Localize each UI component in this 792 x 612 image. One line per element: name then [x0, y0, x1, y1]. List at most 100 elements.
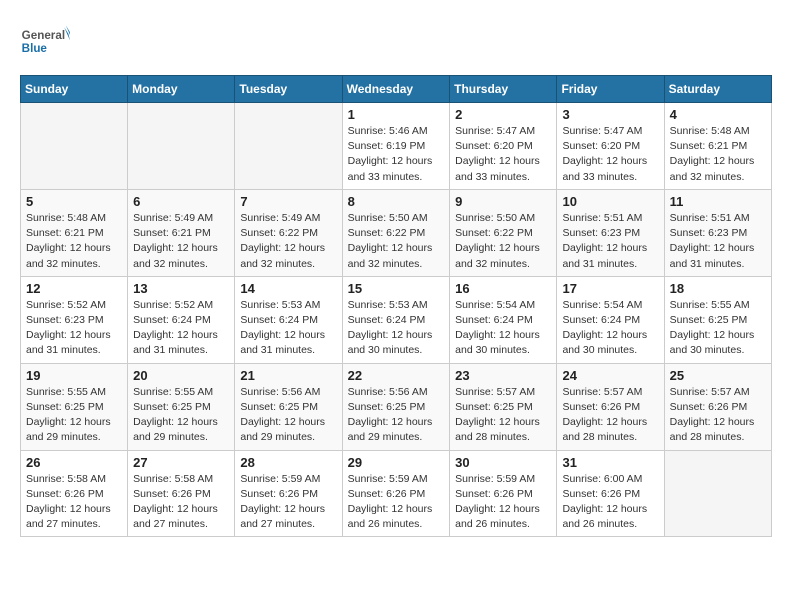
calendar-week-row: 1 Sunrise: 5:46 AM Sunset: 6:19 PM Daylig…: [21, 103, 772, 190]
day-header-sunday: Sunday: [21, 76, 128, 103]
day-number: 2: [455, 107, 551, 122]
day-info: Sunrise: 5:48 AM Sunset: 6:21 PM Dayligh…: [670, 124, 766, 185]
day-info: Sunrise: 5:55 AM Sunset: 6:25 PM Dayligh…: [133, 385, 229, 446]
day-info: Sunrise: 5:51 AM Sunset: 6:23 PM Dayligh…: [670, 211, 766, 272]
day-info: Sunrise: 5:48 AM Sunset: 6:21 PM Dayligh…: [26, 211, 122, 272]
calendar-cell: 15 Sunrise: 5:53 AM Sunset: 6:24 PM Dayli…: [342, 276, 450, 363]
day-number: 8: [348, 194, 445, 209]
calendar-cell: 20 Sunrise: 5:55 AM Sunset: 6:25 PM Dayli…: [128, 363, 235, 450]
day-info: Sunrise: 5:52 AM Sunset: 6:23 PM Dayligh…: [26, 298, 122, 359]
calendar-header-row: SundayMondayTuesdayWednesdayThursdayFrid…: [21, 76, 772, 103]
day-info: Sunrise: 5:50 AM Sunset: 6:22 PM Dayligh…: [455, 211, 551, 272]
calendar-cell: 4 Sunrise: 5:48 AM Sunset: 6:21 PM Daylig…: [664, 103, 771, 190]
day-number: 17: [562, 281, 658, 296]
calendar-cell: 26 Sunrise: 5:58 AM Sunset: 6:26 PM Dayli…: [21, 450, 128, 537]
day-number: 4: [670, 107, 766, 122]
day-number: 29: [348, 455, 445, 470]
day-info: Sunrise: 5:53 AM Sunset: 6:24 PM Dayligh…: [348, 298, 445, 359]
calendar-cell: 17 Sunrise: 5:54 AM Sunset: 6:24 PM Dayli…: [557, 276, 664, 363]
day-number: 11: [670, 194, 766, 209]
day-info: Sunrise: 5:57 AM Sunset: 6:26 PM Dayligh…: [562, 385, 658, 446]
calendar-week-row: 19 Sunrise: 5:55 AM Sunset: 6:25 PM Dayli…: [21, 363, 772, 450]
day-number: 19: [26, 368, 122, 383]
svg-text:General: General: [22, 29, 65, 42]
day-info: Sunrise: 5:46 AM Sunset: 6:19 PM Dayligh…: [348, 124, 445, 185]
calendar-cell: [21, 103, 128, 190]
day-info: Sunrise: 5:59 AM Sunset: 6:26 PM Dayligh…: [348, 472, 445, 533]
day-number: 27: [133, 455, 229, 470]
day-number: 7: [240, 194, 336, 209]
calendar-cell: 28 Sunrise: 5:59 AM Sunset: 6:26 PM Dayli…: [235, 450, 342, 537]
calendar-cell: 8 Sunrise: 5:50 AM Sunset: 6:22 PM Daylig…: [342, 189, 450, 276]
day-number: 28: [240, 455, 336, 470]
calendar-cell: 23Sunrise: 5:57 AM Sunset: 6:25 PM Dayli…: [450, 363, 557, 450]
day-number: 26: [26, 455, 122, 470]
calendar-cell: 25Sunrise: 5:57 AM Sunset: 6:26 PM Dayli…: [664, 363, 771, 450]
day-info: Sunrise: 5:59 AM Sunset: 6:26 PM Dayligh…: [455, 472, 551, 533]
day-number: 9: [455, 194, 551, 209]
day-header-monday: Monday: [128, 76, 235, 103]
calendar-cell: 18 Sunrise: 5:55 AM Sunset: 6:25 PM Dayli…: [664, 276, 771, 363]
calendar-cell: 29 Sunrise: 5:59 AM Sunset: 6:26 PM Dayli…: [342, 450, 450, 537]
day-info: Sunrise: 5:54 AM Sunset: 6:24 PM Dayligh…: [455, 298, 551, 359]
calendar-cell: [235, 103, 342, 190]
day-number: 1: [348, 107, 445, 122]
calendar-cell: 12 Sunrise: 5:52 AM Sunset: 6:23 PM Dayli…: [21, 276, 128, 363]
day-info: Sunrise: 5:56 AM Sunset: 6:25 PM Dayligh…: [348, 385, 445, 446]
day-number: 20: [133, 368, 229, 383]
calendar-cell: 10 Sunrise: 5:51 AM Sunset: 6:23 PM Dayli…: [557, 189, 664, 276]
day-info: Sunrise: 5:47 AM Sunset: 6:20 PM Dayligh…: [562, 124, 658, 185]
calendar-cell: 6 Sunrise: 5:49 AM Sunset: 6:21 PM Daylig…: [128, 189, 235, 276]
day-info: Sunrise: 5:47 AM Sunset: 6:20 PM Dayligh…: [455, 124, 551, 185]
calendar-cell: 11 Sunrise: 5:51 AM Sunset: 6:23 PM Dayli…: [664, 189, 771, 276]
day-header-friday: Friday: [557, 76, 664, 103]
day-number: 18: [670, 281, 766, 296]
day-number: 14: [240, 281, 336, 296]
calendar-cell: [128, 103, 235, 190]
day-number: 21: [240, 368, 336, 383]
day-number: 24: [562, 368, 658, 383]
day-info: Sunrise: 6:00 AM Sunset: 6:26 PM Dayligh…: [562, 472, 658, 533]
day-info: Sunrise: 5:56 AM Sunset: 6:25 PM Dayligh…: [240, 385, 336, 446]
day-info: Sunrise: 5:52 AM Sunset: 6:24 PM Dayligh…: [133, 298, 229, 359]
calendar-cell: 5 Sunrise: 5:48 AM Sunset: 6:21 PM Daylig…: [21, 189, 128, 276]
day-number: 12: [26, 281, 122, 296]
day-number: 5: [26, 194, 122, 209]
page-header: General Blue: [20, 20, 772, 65]
day-number: 31: [562, 455, 658, 470]
day-number: 15: [348, 281, 445, 296]
calendar-week-row: 5 Sunrise: 5:48 AM Sunset: 6:21 PM Daylig…: [21, 189, 772, 276]
logo-svg: General Blue: [20, 20, 70, 65]
day-info: Sunrise: 5:49 AM Sunset: 6:21 PM Dayligh…: [133, 211, 229, 272]
day-number: 30: [455, 455, 551, 470]
day-info: Sunrise: 5:59 AM Sunset: 6:26 PM Dayligh…: [240, 472, 336, 533]
day-info: Sunrise: 5:49 AM Sunset: 6:22 PM Dayligh…: [240, 211, 336, 272]
day-info: Sunrise: 5:51 AM Sunset: 6:23 PM Dayligh…: [562, 211, 658, 272]
calendar-cell: 27Sunrise: 5:58 AM Sunset: 6:26 PM Dayli…: [128, 450, 235, 537]
calendar-cell: [664, 450, 771, 537]
day-number: 3: [562, 107, 658, 122]
day-info: Sunrise: 5:50 AM Sunset: 6:22 PM Dayligh…: [348, 211, 445, 272]
calendar-week-row: 12 Sunrise: 5:52 AM Sunset: 6:23 PM Dayli…: [21, 276, 772, 363]
day-info: Sunrise: 5:54 AM Sunset: 6:24 PM Dayligh…: [562, 298, 658, 359]
day-info: Sunrise: 5:55 AM Sunset: 6:25 PM Dayligh…: [670, 298, 766, 359]
calendar-cell: 21 Sunrise: 5:56 AM Sunset: 6:25 PM Dayli…: [235, 363, 342, 450]
calendar-cell: 31 Sunrise: 6:00 AM Sunset: 6:26 PM Dayli…: [557, 450, 664, 537]
svg-text:Blue: Blue: [22, 42, 48, 55]
day-info: Sunrise: 5:58 AM Sunset: 6:26 PM Dayligh…: [26, 472, 122, 533]
logo: General Blue: [20, 20, 70, 65]
calendar-cell: 30 Sunrise: 5:59 AM Sunset: 6:26 PM Dayli…: [450, 450, 557, 537]
calendar-week-row: 26 Sunrise: 5:58 AM Sunset: 6:26 PM Dayli…: [21, 450, 772, 537]
calendar-cell: 3 Sunrise: 5:47 AM Sunset: 6:20 PM Daylig…: [557, 103, 664, 190]
calendar-cell: 24 Sunrise: 5:57 AM Sunset: 6:26 PM Dayli…: [557, 363, 664, 450]
day-number: 13: [133, 281, 229, 296]
day-number: 6: [133, 194, 229, 209]
day-header-wednesday: Wednesday: [342, 76, 450, 103]
day-number: 10: [562, 194, 658, 209]
day-info: Sunrise: 5:55 AM Sunset: 6:25 PM Dayligh…: [26, 385, 122, 446]
day-info: Sunrise: 5:53 AM Sunset: 6:24 PM Dayligh…: [240, 298, 336, 359]
calendar-cell: 22Sunrise: 5:56 AM Sunset: 6:25 PM Dayli…: [342, 363, 450, 450]
calendar-cell: 7 Sunrise: 5:49 AM Sunset: 6:22 PM Daylig…: [235, 189, 342, 276]
calendar-cell: 1 Sunrise: 5:46 AM Sunset: 6:19 PM Daylig…: [342, 103, 450, 190]
calendar-cell: 16Sunrise: 5:54 AM Sunset: 6:24 PM Dayli…: [450, 276, 557, 363]
